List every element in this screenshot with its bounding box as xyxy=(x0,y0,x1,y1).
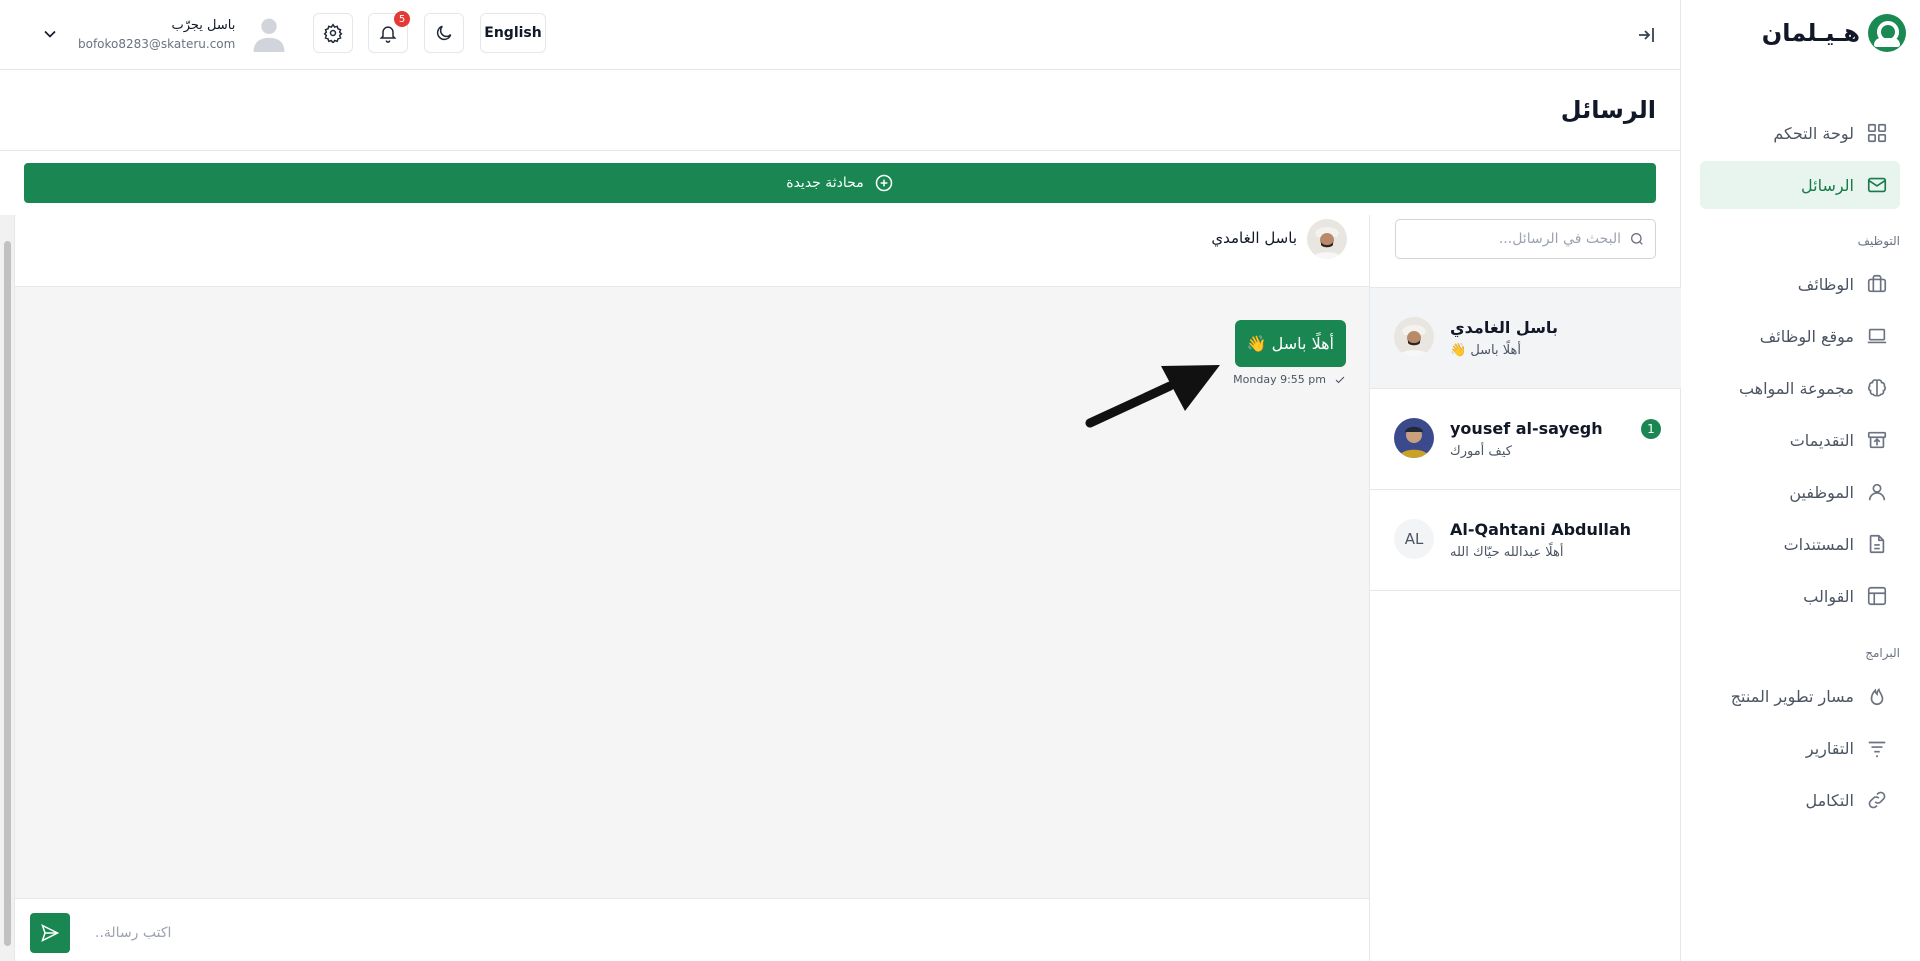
new-chat-label: محادثة جديدة xyxy=(786,175,864,191)
plus-circle-icon xyxy=(875,174,892,192)
sidebar-item-label: لوحة التحكم xyxy=(1773,123,1854,143)
briefcase-icon xyxy=(1867,274,1887,293)
sidebar-item-label: الرسائل xyxy=(1801,175,1854,195)
topbar: باسل يجرّب bofoko8283@skateru.com 5 Engl… xyxy=(0,0,1680,70)
user-email: bofoko8283@skateru.com xyxy=(78,36,236,51)
sidebar-item-label: الوظائف xyxy=(1797,274,1854,294)
sidebar-item-templates[interactable]: القوالب xyxy=(1700,572,1900,620)
conversation-preview: أهلًا باسل 👋 xyxy=(1450,343,1521,358)
message-composer xyxy=(15,898,1369,961)
search-input[interactable] xyxy=(1406,231,1621,247)
unread-badge: 1 xyxy=(1641,419,1661,439)
language-label: English xyxy=(484,25,542,41)
new-chat-button[interactable]: محادثة جديدة xyxy=(24,163,1656,203)
theme-toggle-button[interactable] xyxy=(424,13,464,53)
language-button[interactable]: English xyxy=(480,13,546,53)
conversation-list: باسل الغامدي أهلًا باسل 👋 yousef al-saye… xyxy=(1369,215,1681,961)
sidebar-item-label: موقع الوظائف xyxy=(1759,326,1854,346)
conversation-item[interactable]: AL Al-Qahtani Abdullah أهلًا عبدالله حيّ… xyxy=(1370,490,1681,591)
sidebar-item-label: مجموعة المواهب xyxy=(1738,378,1854,398)
annotation-arrow-icon xyxy=(1085,365,1220,428)
contact-photo-icon xyxy=(1394,418,1434,458)
message-time: Monday 9:55 pm xyxy=(1233,373,1326,386)
document-icon xyxy=(1869,534,1885,554)
link-icon xyxy=(1868,791,1886,809)
filter-lines-icon xyxy=(1868,741,1886,758)
contact-name: باسل الغامدي xyxy=(1211,229,1297,247)
notifications-button[interactable]: 5 xyxy=(368,11,410,53)
layout-template-icon xyxy=(1867,586,1887,606)
sidebar-item-jobs[interactable]: الوظائف xyxy=(1700,260,1900,308)
message-input[interactable] xyxy=(95,915,1335,951)
contact-photo-icon xyxy=(1307,219,1347,259)
contact-photo-icon xyxy=(1394,317,1434,357)
sidebar-item-product-roadmap[interactable]: مسار تطوير المنتج xyxy=(1700,672,1900,720)
mail-icon xyxy=(1867,177,1887,193)
sidebar: هـيـلمان لوحة التحكم الرسائل التوظيف الو… xyxy=(1680,0,1920,961)
settings-button[interactable] xyxy=(313,13,353,53)
header-divider xyxy=(0,150,1680,151)
notifications-badge: 5 xyxy=(394,11,410,27)
user-menu[interactable]: باسل يجرّب bofoko8283@skateru.com xyxy=(40,10,285,58)
scrollbar-thumb[interactable] xyxy=(4,241,11,946)
sidebar-item-label: القوالب xyxy=(1803,586,1854,606)
brand-logo-icon xyxy=(1868,14,1906,52)
send-icon xyxy=(41,924,60,942)
dashboard-grid-icon xyxy=(1867,123,1887,143)
sidebar-item-dashboard[interactable]: لوحة التحكم xyxy=(1700,109,1900,157)
search-icon xyxy=(1631,233,1643,245)
bell-icon xyxy=(379,26,397,43)
avatar xyxy=(1394,317,1434,357)
sidebar-section-programs: البرامج xyxy=(1865,646,1900,660)
laptop-icon xyxy=(1867,328,1887,344)
sidebar-item-label: التكامل xyxy=(1805,790,1854,810)
sidebar-item-label: التقارير xyxy=(1805,738,1854,758)
conversation-name: yousef al-sayegh xyxy=(1450,419,1603,438)
sidebar-item-talent-pool[interactable]: مجموعة المواهب xyxy=(1700,364,1900,412)
brand-name: هـيـلمان xyxy=(1761,19,1860,47)
message-bubble: أهلًا باسل 👋 xyxy=(1234,320,1346,367)
user-info: باسل يجرّب bofoko8283@skateru.com xyxy=(78,18,235,51)
sidebar-item-employees[interactable]: الموظفين xyxy=(1700,468,1900,516)
sidebar-item-reports[interactable]: التقارير xyxy=(1700,724,1900,772)
message-meta: Monday 9:55 pm xyxy=(1233,373,1346,386)
contact-avatar xyxy=(1307,219,1347,259)
moon-icon xyxy=(436,25,452,41)
sidebar-item-label: الموظفين xyxy=(1789,482,1854,502)
sidebar-item-messages[interactable]: الرسائل xyxy=(1700,161,1900,209)
user-icon xyxy=(1868,483,1886,501)
sidebar-item-label: التقديمات xyxy=(1789,430,1854,450)
sidebar-item-documents[interactable]: المستندات xyxy=(1700,520,1900,568)
brand[interactable]: هـيـلمان xyxy=(1762,14,1906,52)
conversation-name: Al-Qahtani Abdullah xyxy=(1450,520,1632,539)
conversation-preview: كيف أمورك xyxy=(1450,444,1512,459)
scrollbar[interactable] xyxy=(0,215,15,961)
user-avatar-icon xyxy=(253,18,285,52)
gear-icon xyxy=(323,23,343,43)
sidebar-item-label: مسار تطوير المنتج xyxy=(1730,686,1854,706)
sidebar-item-jobs-site[interactable]: موقع الوظائف xyxy=(1700,312,1900,360)
collapse-sidebar-icon[interactable] xyxy=(1634,23,1658,47)
sidebar-item-label: المستندات xyxy=(1783,534,1854,554)
search-field[interactable] xyxy=(1395,219,1656,259)
check-icon xyxy=(1335,376,1345,383)
chevron-down-icon[interactable] xyxy=(40,24,60,44)
conversation-item[interactable]: باسل الغامدي أهلًا باسل 👋 xyxy=(1370,288,1681,389)
chat-header: باسل الغامدي xyxy=(15,215,1369,287)
page-title: الرسائل xyxy=(1560,96,1656,124)
sidebar-item-integrations[interactable]: التكامل xyxy=(1700,776,1900,824)
brain-icon xyxy=(1867,379,1887,397)
inbox-upload-icon xyxy=(1867,431,1887,449)
sidebar-section-hiring: التوظيف xyxy=(1857,234,1900,248)
send-button[interactable] xyxy=(30,913,70,953)
flame-icon xyxy=(1870,687,1884,706)
user-name: باسل يجرّب xyxy=(171,17,236,33)
conversation-preview: أهلًا عبدالله حيّاك الله xyxy=(1450,545,1564,560)
avatar xyxy=(1394,418,1434,458)
avatar: AL xyxy=(1394,519,1434,559)
conversation-name: باسل الغامدي xyxy=(1450,318,1558,337)
conversation-item[interactable]: yousef al-sayegh كيف أمورك 1 xyxy=(1370,389,1681,490)
sidebar-item-applications[interactable]: التقديمات xyxy=(1700,416,1900,464)
